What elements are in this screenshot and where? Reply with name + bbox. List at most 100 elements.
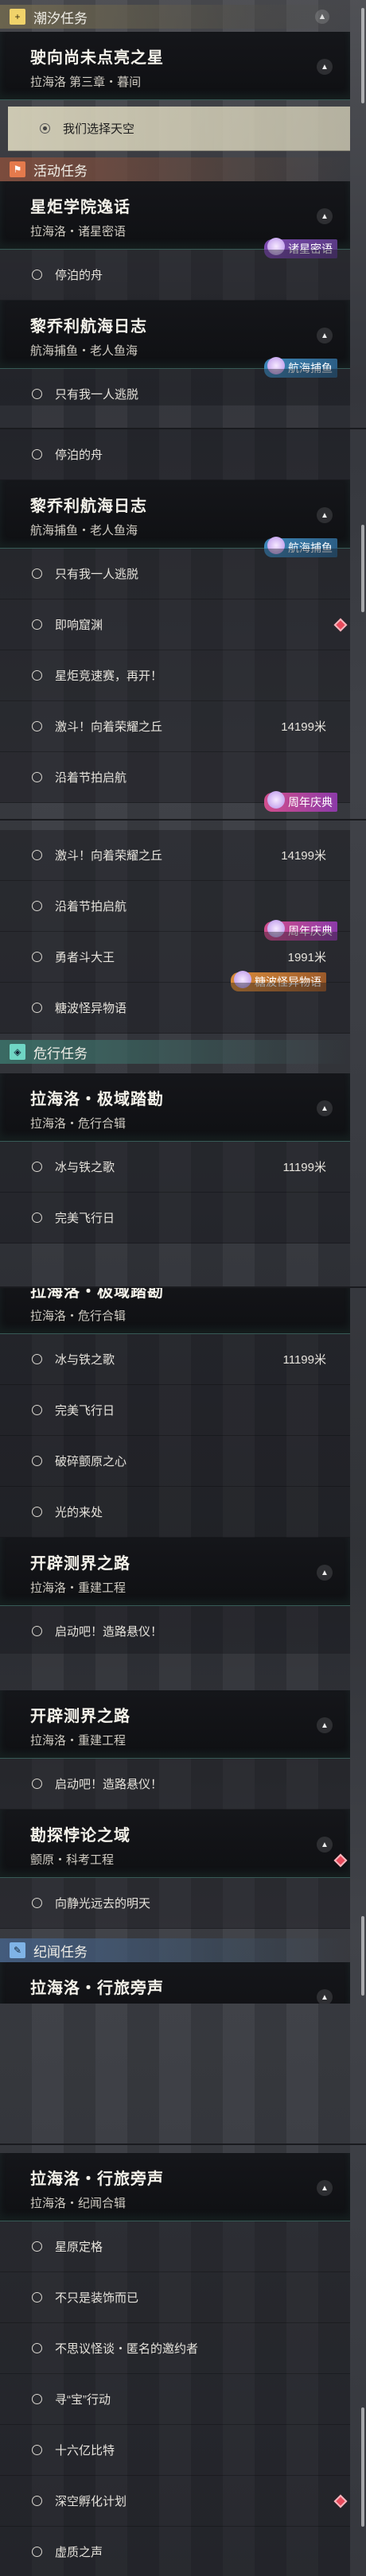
collapse-arrow-icon[interactable]: ▲ bbox=[317, 1100, 333, 1116]
quest-title: 拉海洛・极域踏勘 bbox=[30, 1288, 164, 1301]
quest-step[interactable]: 星原定格 bbox=[0, 2221, 350, 2272]
activity-icon: ⚑ bbox=[10, 161, 25, 177]
radio-icon bbox=[32, 2445, 42, 2455]
event-tag: 周年庆典 bbox=[264, 791, 337, 812]
collapse-arrow-icon[interactable]: ▲ bbox=[317, 2180, 333, 2196]
chronicle-icon: ✎ bbox=[10, 1942, 25, 1958]
quest-subtitle: 颤原・科考工程 bbox=[30, 1853, 115, 1867]
section-header-chaoxi[interactable]: + 潮汐任务 ▲ bbox=[0, 5, 350, 29]
step-label: 我们选择天空 bbox=[63, 122, 135, 136]
quest-subtitle: 拉海洛・危行合辑 bbox=[30, 1309, 127, 1323]
quest-step[interactable]: 向静光远去的明天 bbox=[0, 1878, 350, 1929]
step-label: 糖波怪异物语 bbox=[55, 1002, 127, 1015]
collapse-arrow-icon[interactable]: ▲ bbox=[317, 1989, 333, 2004]
quest-step[interactable]: 即响窟渊 bbox=[0, 599, 350, 650]
quest-step[interactable]: 星炬竞速赛，再开！ bbox=[0, 650, 350, 701]
quest-step[interactable]: 完美飞行日 bbox=[0, 1193, 350, 1243]
quest-step[interactable]: 只有我一人逃脱 bbox=[0, 549, 350, 599]
section-header-jiwen[interactable]: ✎ 纪闻任务 bbox=[0, 1938, 350, 1962]
radio-icon bbox=[32, 2394, 42, 2404]
quest-card[interactable]: 星炬学院逸话 拉海洛・诸星密语 ▲ 诸星密语 bbox=[0, 181, 350, 258]
step-value: 14199米 bbox=[281, 720, 326, 734]
quest-card[interactable]: 拉海洛・行旅旁声拉海洛・纪闻合辑▲ bbox=[0, 1962, 350, 2004]
quest-title: 星炬学院逸话 bbox=[30, 199, 130, 216]
collapse-arrow-icon[interactable]: ▲ bbox=[317, 1837, 333, 1852]
quest-step[interactable]: 停泊的舟 bbox=[0, 429, 350, 480]
quest-card[interactable]: 黎乔利航海日志 航海捕鱼・老人鱼海 ▲ 航海捕鱼 bbox=[0, 480, 350, 557]
quest-card[interactable]: 开辟测界之路 拉海洛・重建工程 ▲ bbox=[0, 1538, 350, 1606]
collapse-arrow-icon[interactable]: ▲ bbox=[317, 59, 333, 75]
step-value: 14199米 bbox=[281, 849, 326, 863]
step-label: 光的来处 bbox=[55, 1506, 103, 1519]
quest-step[interactable]: 虚质之声 bbox=[0, 2527, 350, 2576]
quest-step[interactable]: 光的来处 bbox=[0, 1487, 350, 1538]
step-label: 星炬竞速赛，再开！ bbox=[55, 669, 163, 683]
quest-card[interactable]: 拉海洛・行旅旁声拉海洛・纪闻合辑▲ bbox=[0, 2153, 350, 2221]
step-label: 冰与铁之歌 bbox=[55, 1353, 115, 1367]
quest-step[interactable]: 激斗！向着荣耀之丘 14199米 bbox=[0, 830, 350, 881]
quest-card[interactable]: 黎乔利航海日志 航海捕鱼・老人鱼海 ▲ 航海捕鱼 bbox=[0, 301, 350, 378]
radio-icon bbox=[32, 850, 42, 860]
scrollbar[interactable] bbox=[361, 8, 364, 103]
quest-step[interactable]: 激斗！向着荣耀之丘 14199米 bbox=[0, 701, 350, 752]
section-header-weixing[interactable]: ◈ 危行任务 bbox=[0, 1040, 350, 1064]
scrollbar[interactable] bbox=[361, 1916, 364, 1996]
quest-step[interactable]: 只有我一人逃脱 bbox=[0, 369, 350, 405]
quest-step[interactable]: 不只是装饰而已 bbox=[0, 2272, 350, 2323]
quest-step[interactable]: 停泊的舟 bbox=[0, 250, 350, 301]
step-label: 十六亿比特 bbox=[55, 2444, 115, 2458]
collapse-arrow-icon[interactable]: ▲ bbox=[317, 1717, 333, 1733]
quest-step[interactable]: 沿着节拍启航 周年庆典 bbox=[0, 881, 350, 941]
step-label: 星原定格 bbox=[55, 2240, 103, 2254]
quest-step[interactable]: 寻“宝”行动 bbox=[0, 2374, 350, 2425]
quest-step[interactable]: 沿着节拍启航 周年庆典 bbox=[0, 752, 350, 812]
radio-icon bbox=[32, 901, 42, 911]
section-title: 活动任务 bbox=[33, 163, 88, 179]
step-label: 完美飞行日 bbox=[55, 1404, 115, 1418]
step-label: 停泊的舟 bbox=[55, 269, 103, 282]
quest-step[interactable]: 不思议怪谈・匿名的邀约者 bbox=[0, 2323, 350, 2374]
quest-step[interactable]: 启动吧！造路悬仪！ bbox=[0, 1759, 350, 1810]
collapse-toggle-icon[interactable]: ▲ bbox=[315, 10, 329, 24]
radio-icon bbox=[32, 952, 42, 962]
quest-step[interactable]: 糖波怪异物语 bbox=[0, 983, 350, 1034]
quest-card[interactable]: 开辟测界之路 拉海洛・重建工程 ▲ bbox=[0, 1690, 350, 1759]
quest-step-selected[interactable]: 我们选择天空 bbox=[8, 107, 350, 151]
quest-card[interactable]: 勘探悖论之域颤原・科考工程 ▲ bbox=[0, 1810, 350, 1878]
radio-icon bbox=[32, 1779, 42, 1789]
quest-card[interactable]: 拉海洛・极域踏勘 拉海洛・危行合辑 bbox=[0, 1288, 350, 1334]
screen-segment-5: 拉海洛・极域踏勘 拉海洛・危行合辑 冰与铁之歌 11199米 完美飞行日 破碎颤原之… bbox=[0, 1288, 366, 1654]
quest-card[interactable]: 驶向尚未点亮之星 拉海洛 第三章・暮间 ▲ bbox=[0, 32, 350, 100]
quest-step[interactable]: 完美飞行日 bbox=[0, 1385, 350, 1436]
quest-subtitle: 拉海洛・诸星密语 bbox=[30, 225, 127, 239]
quest-step[interactable]: 十六亿比特 bbox=[0, 2425, 350, 2476]
quest-step[interactable]: 启动吧！造路悬仪！ bbox=[0, 1606, 350, 1654]
quest-subtitle: 拉海洛・重建工程 bbox=[30, 1581, 127, 1595]
quest-title: 黎乔利航海日志 bbox=[30, 498, 147, 515]
quest-step[interactable]: 冰与铁之歌 11199米 bbox=[0, 1334, 350, 1385]
radio-icon bbox=[32, 568, 42, 579]
collapse-arrow-icon[interactable]: ▲ bbox=[317, 1565, 333, 1581]
radio-icon bbox=[32, 1162, 42, 1172]
collapse-arrow-icon[interactable]: ▲ bbox=[317, 208, 333, 224]
section-header-huodong[interactable]: ⚑ 活动任务 bbox=[0, 157, 350, 181]
collapse-arrow-icon[interactable]: ▲ bbox=[317, 507, 333, 523]
scrollbar[interactable] bbox=[361, 2407, 364, 2527]
scrollbar[interactable] bbox=[361, 525, 364, 612]
radio-icon bbox=[32, 1456, 42, 1466]
quest-card[interactable]: 拉海洛・极域踏勘 拉海洛・危行合辑 ▲ bbox=[0, 1073, 350, 1142]
quest-step[interactable]: 深空孵化计划 bbox=[0, 2476, 350, 2527]
step-label: 完美飞行日 bbox=[55, 1212, 115, 1225]
quest-title: 勘探悖论之域 bbox=[30, 1827, 130, 1845]
screen-segment-1: + 潮汐任务 ▲ 驶向尚未点亮之星 拉海洛 第三章・暮间 ▲ 我们选择天空 ⚑ 活动任务 … bbox=[0, 0, 366, 405]
step-label: 沿着节拍启航 bbox=[55, 900, 127, 914]
radio-icon bbox=[32, 1354, 42, 1364]
step-label: 停泊的舟 bbox=[55, 448, 103, 462]
quest-step[interactable]: 冰与铁之歌 11199米 bbox=[0, 1142, 350, 1193]
quest-step[interactable]: 破碎颤原之心 bbox=[0, 1436, 350, 1487]
quest-step[interactable]: 勇者斗大王 1991米 糖波怪异物语 bbox=[0, 932, 350, 991]
radio-icon bbox=[32, 1003, 42, 1013]
collapse-arrow-icon[interactable]: ▲ bbox=[317, 328, 333, 343]
quest-title: 驶向尚未点亮之星 bbox=[30, 49, 164, 67]
radio-icon bbox=[32, 449, 42, 460]
